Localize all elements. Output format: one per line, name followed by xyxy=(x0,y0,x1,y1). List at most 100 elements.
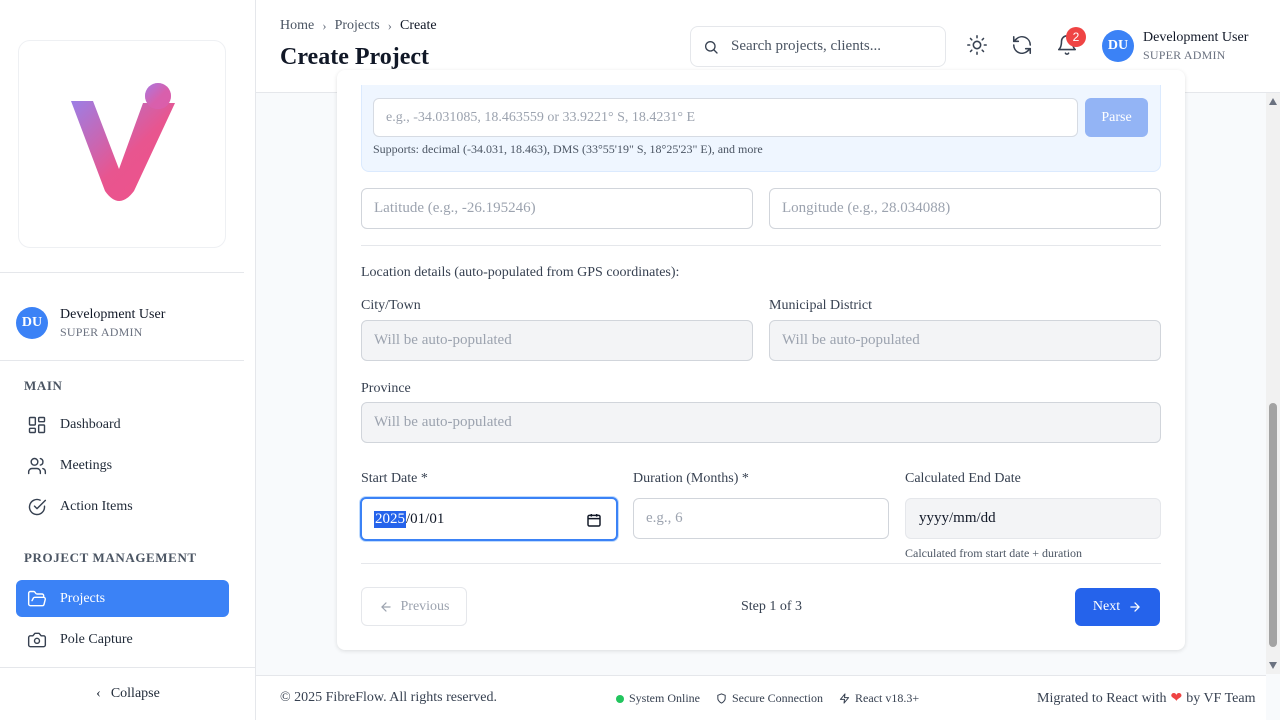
district-input xyxy=(782,332,1160,349)
section-main-heading: MAIN xyxy=(24,378,63,393)
breadcrumb-current: Create xyxy=(400,18,437,33)
breadcrumb-home[interactable]: Home xyxy=(280,18,314,34)
theme-toggle-button[interactable] xyxy=(966,34,988,56)
breadcrumb-projects[interactable]: Projects xyxy=(335,18,380,34)
refresh-icon xyxy=(1012,35,1032,55)
sidebar-item-label: Projects xyxy=(60,590,106,606)
duration-label: Duration (Months) * xyxy=(633,471,749,486)
search-box[interactable] xyxy=(690,26,946,67)
duration-input[interactable] xyxy=(646,510,888,527)
sidebar-item-action-items[interactable]: Action Items xyxy=(16,488,229,525)
avatar: DU xyxy=(1102,30,1134,62)
user-role: SUPER ADMIN xyxy=(1143,48,1226,62)
sidebar: DU Development User SUPER ADMIN MAIN Das… xyxy=(0,0,256,720)
collapse-sidebar-button[interactable]: ‹ Collapse xyxy=(0,667,256,720)
arrow-left-icon xyxy=(380,601,391,612)
secure-connection-label: Secure Connection xyxy=(732,691,823,705)
sidebar-item-label: Action Items xyxy=(60,498,133,514)
react-version: React v18.3+ xyxy=(839,691,919,706)
end-date-value: yyyy/mm/dd xyxy=(919,510,996,526)
longitude-field[interactable] xyxy=(769,188,1161,229)
location-details-label: Location details (auto-populated from GP… xyxy=(361,265,680,280)
breadcrumb: Home › Projects › Create xyxy=(280,18,437,34)
vf-logo-icon xyxy=(71,83,175,201)
chevron-left-icon: ‹ xyxy=(96,686,101,701)
sun-icon xyxy=(967,35,987,55)
end-date-hint: Calculated from start date + duration xyxy=(905,546,1083,560)
migration-credit: Migrated to React with ❤ by VF Team xyxy=(1037,690,1256,707)
start-date-input[interactable]: 2025/01/01 xyxy=(360,497,618,541)
react-version-label: React v18.3+ xyxy=(855,691,920,705)
dashboard-icon xyxy=(28,416,46,433)
previous-label: Previous xyxy=(400,598,450,614)
previous-button[interactable]: Previous xyxy=(361,587,467,626)
scroll-thumb[interactable] xyxy=(1269,403,1277,647)
start-date-rest[interactable]: /01/01 xyxy=(406,511,444,528)
scroll-up-arrow[interactable] xyxy=(1269,98,1277,105)
next-label: Next xyxy=(1092,599,1121,614)
province-label: Province xyxy=(361,381,411,396)
step-indicator: Step 1 of 3 xyxy=(741,599,803,614)
scroll-down-arrow[interactable] xyxy=(1269,662,1277,669)
secure-connection: Secure Connection xyxy=(716,691,823,706)
sidebar-item-label: Pole Capture xyxy=(60,631,133,647)
avatar: DU xyxy=(16,307,48,339)
page-scrollbar[interactable] xyxy=(1266,93,1280,674)
online-dot-icon xyxy=(616,694,624,703)
end-date-label: Calculated End Date xyxy=(905,471,1021,486)
gps-coordinates-input[interactable] xyxy=(386,109,1077,126)
sidebar-user: DU Development User SUPER ADMIN xyxy=(16,306,165,340)
sidebar-divider xyxy=(0,272,244,273)
sidebar-item-label: Dashboard xyxy=(60,416,121,432)
system-status-label: System Online xyxy=(629,691,700,705)
app-logo[interactable] xyxy=(18,40,226,248)
chevron-right-icon: › xyxy=(322,18,327,33)
notification-badge: 2 xyxy=(1066,27,1086,47)
gps-coordinates-field[interactable] xyxy=(373,98,1078,137)
calendar-icon[interactable] xyxy=(586,512,602,528)
start-date-label: Start Date * xyxy=(361,471,428,486)
shield-icon xyxy=(717,693,726,704)
system-status: System Online xyxy=(616,691,700,706)
search-icon xyxy=(705,40,718,54)
duration-field[interactable] xyxy=(633,498,889,539)
migrated-prefix: Migrated to React with xyxy=(1037,690,1167,706)
sidebar-item-dashboard[interactable]: Dashboard xyxy=(16,406,229,443)
refresh-button[interactable] xyxy=(1011,34,1033,56)
start-date-year[interactable]: 2025 xyxy=(374,510,406,528)
sidebar-item-meetings[interactable]: Meetings xyxy=(16,447,229,484)
sidebar-item-label: Meetings xyxy=(60,457,113,473)
footer: © 2025 FibreFlow. All rights reserved. S… xyxy=(256,675,1266,720)
end-date-field: yyyy/mm/dd xyxy=(905,498,1161,539)
gps-format-hint: Supports: decimal (-34.031, 18.463), DMS… xyxy=(373,142,763,156)
migrated-suffix: by VF Team xyxy=(1186,690,1256,706)
divider xyxy=(361,245,1161,246)
latitude-input[interactable] xyxy=(374,200,752,217)
header-user-menu[interactable]: DU Development User SUPER ADMIN xyxy=(1102,29,1248,63)
section-project-management-heading: PROJECT MANAGEMENT xyxy=(24,550,197,565)
parse-button[interactable]: Parse xyxy=(1085,98,1148,137)
sidebar-divider xyxy=(0,360,244,361)
check-circle-icon xyxy=(28,498,47,515)
divider xyxy=(361,563,1161,564)
user-name: Development User xyxy=(60,307,166,322)
heart-icon: ❤ xyxy=(1170,691,1183,706)
page-title: Create Project xyxy=(280,44,430,70)
arrow-right-icon xyxy=(1130,602,1141,612)
camera-icon xyxy=(27,632,47,647)
next-button[interactable]: Next xyxy=(1075,588,1160,626)
zap-icon xyxy=(839,693,850,704)
district-field xyxy=(769,320,1161,361)
longitude-input[interactable] xyxy=(782,200,1160,217)
city-field xyxy=(361,320,753,361)
sidebar-item-projects[interactable]: Projects xyxy=(16,580,229,617)
search-input[interactable] xyxy=(731,38,931,55)
folder-icon xyxy=(27,590,46,606)
users-icon xyxy=(27,457,47,474)
city-label: City/Town xyxy=(361,298,421,313)
sidebar-item-pole-capture[interactable]: Pole Capture xyxy=(16,621,229,658)
user-name: Development User xyxy=(1143,30,1249,45)
copyright: © 2025 FibreFlow. All rights reserved. xyxy=(280,690,497,705)
province-field xyxy=(361,402,1161,443)
latitude-field[interactable] xyxy=(361,188,753,229)
